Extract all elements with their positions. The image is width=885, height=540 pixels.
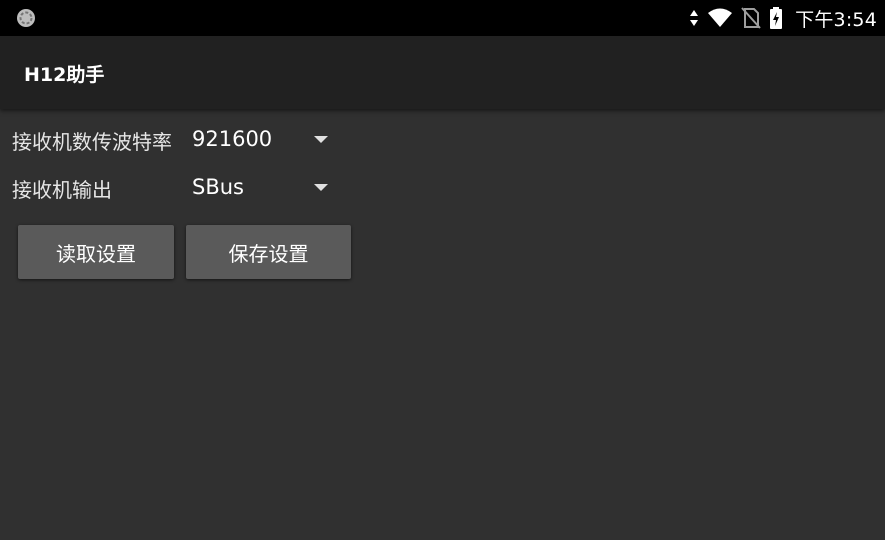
baud-rate-label: 接收机数传波特率 — [12, 130, 172, 154]
output-value: SBus — [192, 175, 244, 199]
save-settings-button[interactable]: 保存设置 — [186, 225, 351, 279]
output-spinner[interactable]: SBus — [184, 167, 334, 207]
status-time: 下午3:54 — [795, 8, 877, 31]
no-sim-icon — [741, 7, 761, 29]
baud-rate-spinner[interactable]: 921600 — [184, 119, 334, 159]
output-label: 接收机输出 — [12, 178, 112, 202]
sync-icon — [16, 8, 36, 28]
dropdown-arrow-icon — [314, 136, 328, 143]
baud-rate-value: 921600 — [192, 127, 273, 151]
status-bar: 下午3:54 — [0, 0, 885, 36]
dropdown-arrow-icon — [314, 184, 328, 191]
app-bar: H12助手 — [0, 36, 885, 109]
data-arrows-icon — [689, 8, 699, 28]
wifi-icon — [707, 8, 733, 28]
read-settings-button[interactable]: 读取设置 — [18, 225, 174, 279]
status-icons: 下午3:54 — [689, 0, 877, 36]
app-title: H12助手 — [24, 64, 105, 86]
battery-charging-icon — [769, 6, 783, 30]
